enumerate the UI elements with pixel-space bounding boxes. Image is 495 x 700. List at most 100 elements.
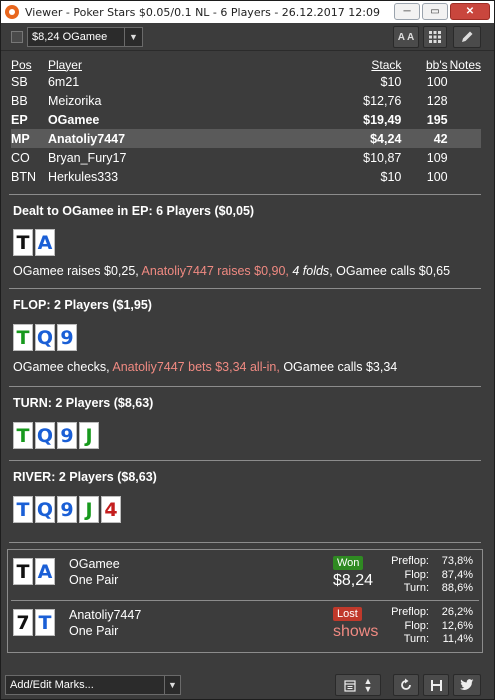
won-badge: Won: [333, 556, 364, 570]
player-row[interactable]: CO Bryan_Fury17 $10,87 109: [11, 148, 481, 167]
summary-row-loser: 7 T Anatoliy7447 One Pair Lost shows Pre…: [9, 602, 481, 652]
player-name: Anatoliy7447: [47, 129, 294, 148]
marks-select[interactable]: Add/Edit Marks... ▼: [5, 675, 181, 695]
summary-hand: One Pair: [69, 573, 119, 587]
player-select[interactable]: $8,24 OGamee ▼: [27, 27, 143, 47]
summary-row-winner: T A OGamee One Pair Won $8,24 Preflop: 73…: [9, 551, 481, 601]
player-notes[interactable]: [449, 129, 481, 148]
player-stack: $10,87: [363, 150, 402, 165]
header-stack[interactable]: Stack: [293, 57, 405, 72]
header-notes[interactable]: Notes: [450, 57, 481, 72]
divider: [9, 194, 481, 195]
card: 9: [57, 324, 77, 351]
summary-player: Anatoliy7447: [69, 608, 142, 622]
player-pos: SB: [11, 74, 28, 89]
equity-label: Flop:: [404, 568, 429, 581]
player-notes[interactable]: [450, 148, 481, 167]
turn-title: TURN: 2 Players ($8,63): [13, 396, 154, 410]
player-notes[interactable]: [450, 72, 481, 91]
players-header-row: Pos Player Stack bb's Notes: [11, 57, 481, 72]
player-name: Meizorika: [47, 93, 102, 108]
player-notes[interactable]: [450, 110, 481, 129]
header-bbs[interactable]: bb's: [405, 57, 449, 72]
bottom-toolbar: Add/Edit Marks... ▼ ▲ ▼: [1, 671, 494, 699]
player-bbs: 109: [426, 150, 448, 165]
card: T: [13, 229, 33, 256]
window-controls: ─ ▭ ✕: [394, 3, 490, 20]
card: T: [35, 609, 55, 636]
action-hero-check: OGamee checks,: [13, 360, 110, 374]
action-villain-raise: Anatoliy7447 raises $0,90,: [138, 264, 289, 278]
window-title: Viewer - Poker Stars $0.05/0.1 NL - 6 Pl…: [25, 5, 380, 19]
hand-date-button[interactable]: ▲ ▼: [335, 674, 381, 696]
player-bbs: 100: [426, 74, 448, 89]
minimize-icon: ─: [403, 6, 411, 17]
player-stack: $10: [380, 169, 402, 184]
equity-label: Flop:: [404, 619, 429, 632]
header-player[interactable]: Player: [48, 57, 294, 72]
refresh-icon: [401, 678, 411, 690]
select-hand-checkbox[interactable]: [11, 31, 23, 43]
player-name: Herkules333: [47, 169, 119, 184]
player-pos: BB: [11, 93, 28, 108]
river-cards: T Q 9 J 4: [13, 496, 121, 523]
player-pos: CO: [11, 150, 30, 165]
player-stack: $19,49: [363, 112, 402, 127]
card: Q: [35, 324, 55, 351]
action-hero-raise: OGamee raises $0,25,: [13, 264, 139, 278]
title-bar: Viewer - Poker Stars $0.05/0.1 NL - 6 Pl…: [1, 1, 494, 23]
player-pos: EP: [11, 112, 28, 127]
twitter-icon: [460, 679, 474, 690]
grid-button[interactable]: [423, 26, 447, 48]
card: Q: [35, 422, 55, 449]
grid-icon: [429, 31, 441, 43]
player-row[interactable]: SB 6m21 $10 100: [11, 72, 481, 91]
card: 7: [13, 609, 33, 636]
minimize-button[interactable]: ─: [394, 3, 420, 20]
chevron-down-icon: ▼: [124, 28, 142, 46]
preflop-title: Dealt to OGamee in EP: 6 Players ($0,05): [13, 204, 255, 218]
card: 4: [101, 496, 121, 523]
card: 9: [57, 422, 77, 449]
summary-amount: $8,24: [333, 572, 374, 589]
player-name: 6m21: [47, 74, 80, 89]
share-twitter-button[interactable]: [453, 674, 481, 696]
close-button[interactable]: ✕: [450, 3, 490, 20]
marks-select-value: Add/Edit Marks...: [10, 679, 94, 691]
summary-cards: 7 T: [13, 609, 55, 636]
card: J: [79, 496, 99, 523]
updown-icon: ▲ ▼: [363, 676, 373, 694]
turn-cards: T Q 9 J: [13, 422, 99, 449]
equity-flop: 12,6%: [441, 619, 473, 632]
player-row[interactable]: BB Meizorika $12,76 128: [11, 91, 481, 110]
equity-flop: 87,4%: [441, 568, 473, 581]
player-pos: MP: [11, 129, 48, 148]
replay-button[interactable]: [393, 674, 419, 696]
player-row[interactable]: BTN Herkules333 $10 100: [11, 167, 481, 186]
save-button[interactable]: [423, 674, 449, 696]
close-icon: ✕: [465, 6, 475, 17]
calendar-icon: [343, 679, 356, 692]
equity-label: Turn:: [403, 633, 429, 645]
maximize-button[interactable]: ▭: [422, 3, 448, 20]
edit-button[interactable]: [453, 26, 481, 48]
font-size-button[interactable]: A A: [393, 26, 419, 48]
player-stack: $4,24: [293, 129, 406, 148]
card: T: [13, 324, 33, 351]
equity-stats: Preflop: 26,2% Flop: 12,6% Turn: 11,4%: [383, 606, 473, 647]
player-notes[interactable]: [450, 91, 481, 110]
header-pos[interactable]: Pos: [11, 57, 48, 72]
save-icon: [430, 679, 442, 691]
action-folds: 4 folds: [288, 264, 330, 278]
divider: [9, 386, 481, 387]
card: A: [35, 558, 55, 585]
player-pos: BTN: [11, 169, 36, 184]
player-row[interactable]: EP OGamee $19,49 195: [11, 110, 481, 129]
summary-hand: One Pair: [69, 624, 119, 638]
flop-title: FLOP: 2 Players ($1,95): [13, 298, 152, 312]
preflop-actions: OGamee raises $0,25, Anatoliy7447 raises…: [13, 264, 450, 278]
maximize-icon: ▭: [430, 6, 440, 17]
player-row[interactable]: MP Anatoliy7447 $4,24 42: [11, 129, 481, 148]
action-villain-bet: Anatoliy7447 bets $3,34 all-in,: [109, 360, 280, 374]
player-notes[interactable]: [450, 167, 481, 186]
